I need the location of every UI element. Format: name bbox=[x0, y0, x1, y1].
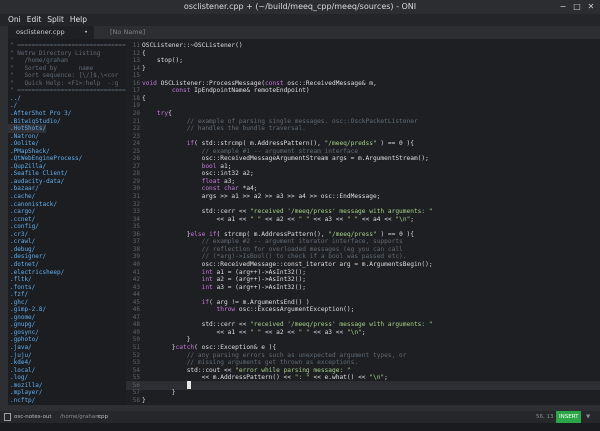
bottom-bar bbox=[0, 423, 600, 431]
line-number: 58 bbox=[132, 396, 140, 404]
tab-label: osclistener.cpp bbox=[16, 28, 65, 36]
netrw-header-line: " ======================================… bbox=[10, 87, 126, 95]
maximize-icon[interactable]: □ bbox=[572, 2, 582, 12]
terminal-status: osc-notes-out bbox=[4, 411, 52, 423]
file-icon bbox=[4, 412, 11, 421]
tab-no-name[interactable]: [No Name] bbox=[104, 26, 174, 39]
window-title-bar: osclistener.cpp + (~/build/meeq_cpp/meeq… bbox=[0, 0, 600, 14]
tab-osclistener[interactable]: osclistener.cpp • bbox=[8, 26, 94, 39]
menu-bar: Oni Edit Split Help bbox=[0, 14, 600, 26]
menu-oni[interactable]: Oni bbox=[8, 14, 21, 26]
menu-help[interactable]: Help bbox=[70, 14, 87, 26]
cursor-position: 56, 13 bbox=[536, 414, 554, 420]
notifications-icon[interactable]: ▼ bbox=[586, 411, 590, 423]
close-icon[interactable]: ✕ bbox=[586, 2, 596, 12]
status-bar: osc-notes-out /home/graham cpp 56, 13 IN… bbox=[0, 411, 600, 423]
menu-split[interactable]: Split bbox=[47, 14, 64, 26]
status-filetype: cpp bbox=[98, 414, 109, 420]
menu-edit[interactable]: Edit bbox=[27, 14, 42, 26]
code-editor[interactable]: 11 OSCListener::~OSCListener() 12{13 stop(… bbox=[126, 39, 600, 405]
window-title: osclistener.cpp + (~/build/meeq_cpp/meeq… bbox=[183, 2, 417, 11]
netrw-file-explorer[interactable]: " ======================================… bbox=[8, 39, 126, 405]
status-path: /home/graham bbox=[60, 414, 101, 420]
code-text: } bbox=[142, 396, 146, 404]
modified-indicator-icon: • bbox=[84, 28, 88, 36]
tab-bar: osclistener.cpp • [No Name] bbox=[0, 26, 600, 39]
mode-indicator: INSERT bbox=[556, 411, 582, 423]
window-controls: − □ ✕ bbox=[558, 2, 596, 12]
tab-label: [No Name] bbox=[110, 28, 146, 36]
file-tree-item[interactable]: .ncftp/ bbox=[8, 396, 35, 405]
code-line[interactable]: 58} bbox=[126, 396, 600, 405]
minimize-icon[interactable]: − bbox=[558, 2, 568, 12]
